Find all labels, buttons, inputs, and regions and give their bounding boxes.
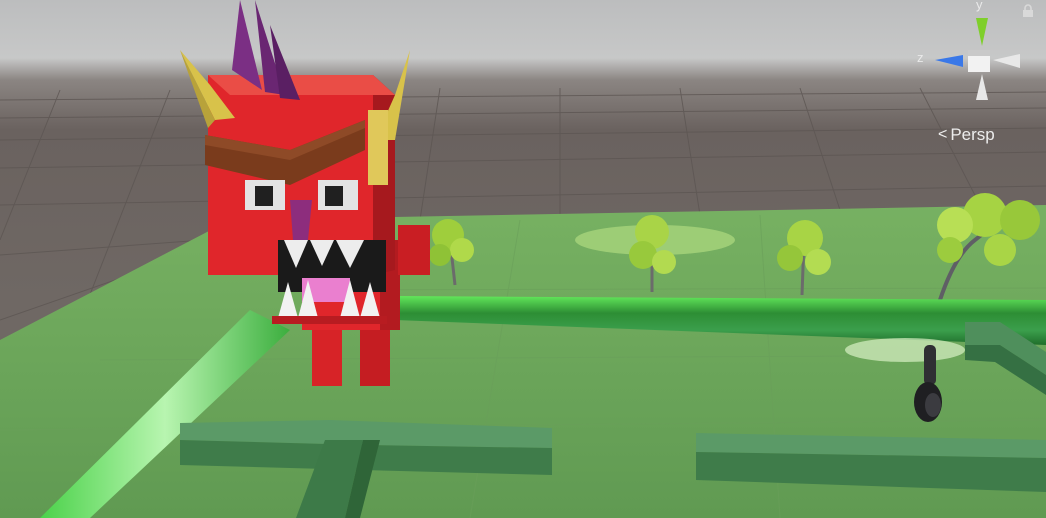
gizmo-z-cone [935, 55, 963, 67]
lock-icon-glyph [1023, 4, 1033, 17]
projection-toggle[interactable]: < Persp [938, 124, 1018, 146]
scene-render [0, 0, 1046, 518]
gizmo-y-cone [976, 18, 988, 46]
gizmo-z-label: z [917, 50, 924, 65]
scene-viewport[interactable]: y z < Persp [0, 0, 1046, 518]
gizmo-y-label: y [976, 0, 983, 12]
gizmo-neg-y-cone [976, 74, 988, 100]
perspective-chevron-icon: < [938, 126, 948, 143]
gizmo-x-cone-right [993, 54, 1020, 68]
projection-label: Persp [950, 125, 995, 144]
lock-icon[interactable] [1022, 4, 1034, 18]
